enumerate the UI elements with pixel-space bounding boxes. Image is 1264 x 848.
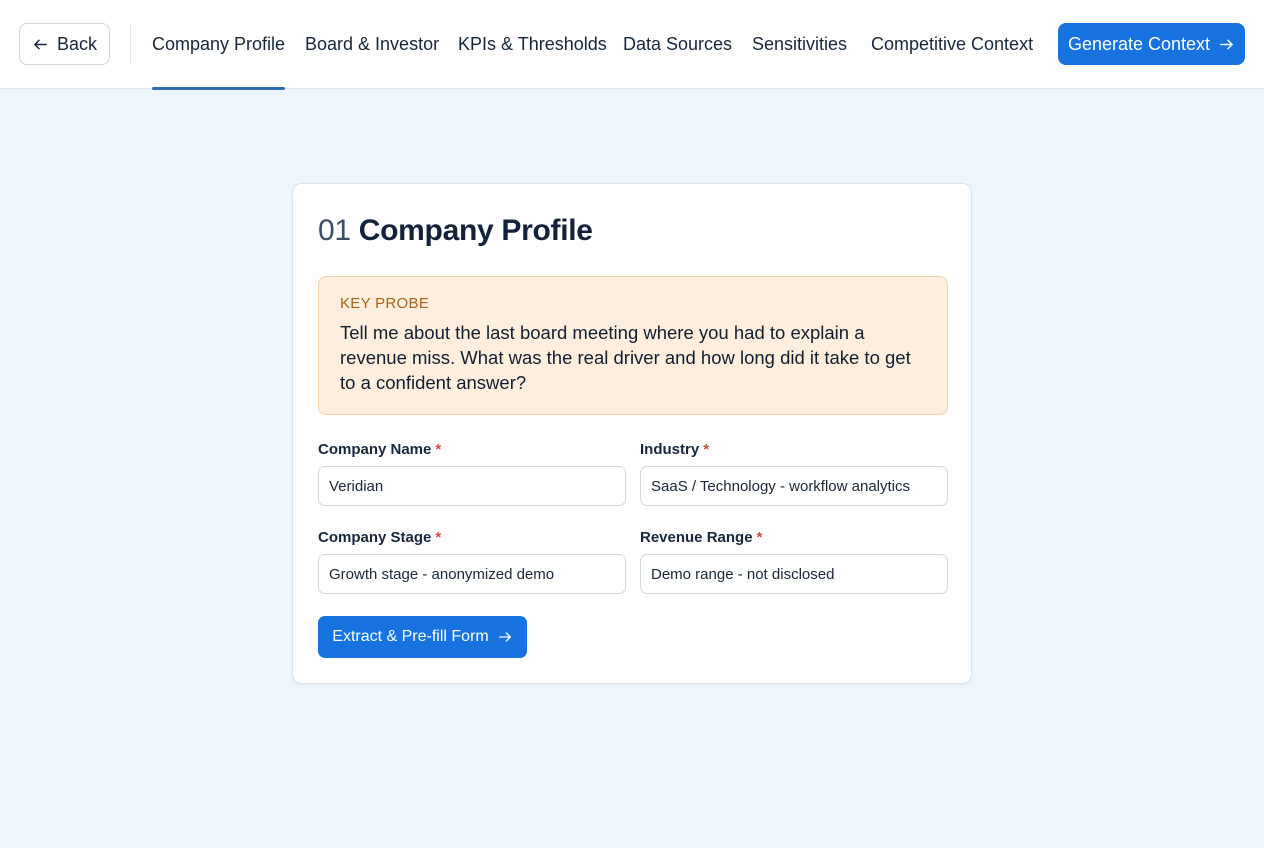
top-navigation-bar: Back Company Profile Board & Investor KP… xyxy=(0,0,1264,90)
arrow-right-icon xyxy=(1220,39,1233,49)
revenue-range-input[interactable] xyxy=(640,554,948,594)
section-title: 01 Company Profile xyxy=(318,214,593,248)
arrow-left-icon xyxy=(34,39,47,49)
back-button[interactable]: Back xyxy=(19,23,110,65)
company-stage-input[interactable] xyxy=(318,554,626,594)
extract-prefill-label: Extract & Pre-fill Form xyxy=(332,628,489,645)
key-probe-label: KEY PROBE xyxy=(340,295,430,312)
required-mark: * xyxy=(756,529,763,546)
company-name-label: Company Name * xyxy=(318,441,442,458)
company-profile-card: 01 Company Profile KEY PROBE Tell me abou… xyxy=(292,183,972,684)
tab-sensitivities[interactable]: Sensitivities xyxy=(752,0,847,89)
section-title-text: Company Profile xyxy=(358,214,593,247)
extract-prefill-button[interactable]: Extract & Pre-fill Form xyxy=(318,616,527,658)
required-mark: * xyxy=(435,529,442,546)
header-divider xyxy=(130,24,131,64)
required-mark: * xyxy=(435,441,442,458)
key-probe-box: KEY PROBE Tell me about the last board m… xyxy=(318,276,948,415)
tab-data-sources[interactable]: Data Sources xyxy=(623,0,732,89)
back-button-label: Back xyxy=(56,33,98,54)
tab-competitive-context[interactable]: Competitive Context xyxy=(871,0,1033,89)
key-probe-text: Tell me about the last board meeting whe… xyxy=(340,322,911,393)
industry-label: Industry * xyxy=(640,441,710,458)
tab-board-investor[interactable]: Board & Investor xyxy=(305,0,439,89)
revenue-range-label: Revenue Range * xyxy=(640,529,763,546)
tab-kpis-thresholds[interactable]: KPIs & Thresholds xyxy=(458,0,607,89)
required-mark: * xyxy=(703,441,710,458)
industry-input[interactable] xyxy=(640,466,948,506)
section-number: 01 xyxy=(318,214,351,247)
tab-company-profile[interactable]: Company Profile xyxy=(152,0,286,90)
generate-context-button[interactable]: Generate Context xyxy=(1058,23,1245,65)
company-stage-label: Company Stage * xyxy=(318,529,442,546)
arrow-right-icon xyxy=(498,632,511,642)
company-name-input[interactable] xyxy=(318,466,626,506)
generate-context-label: Generate Context xyxy=(1067,33,1211,54)
